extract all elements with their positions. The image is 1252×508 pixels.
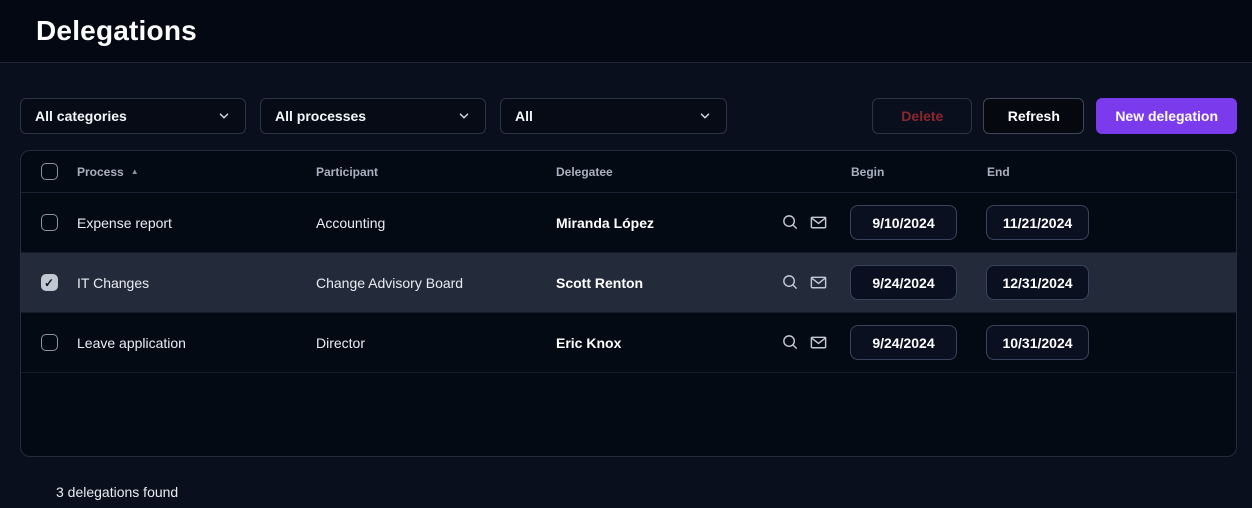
column-header-process[interactable]: Process ▲: [77, 165, 316, 179]
participant-cell: Accounting: [316, 215, 556, 231]
table-row[interactable]: Expense report Accounting Miranda López: [21, 193, 1236, 253]
delete-button[interactable]: Delete: [872, 98, 972, 134]
chevron-down-icon: [698, 109, 712, 123]
column-header-participant[interactable]: Participant: [316, 165, 556, 179]
delegatee-cell: Scott Renton: [556, 275, 781, 291]
scope-filter-value: All: [515, 108, 533, 124]
category-filter-dropdown[interactable]: All categories: [20, 98, 246, 134]
scope-filter-dropdown[interactable]: All: [500, 98, 727, 134]
begin-date-input[interactable]: [850, 205, 957, 240]
row-checkbox[interactable]: [41, 334, 58, 351]
table-header-row: Process ▲ Participant Delegatee Begin En…: [21, 151, 1236, 193]
mail-icon[interactable]: [809, 333, 828, 352]
process-filter-dropdown[interactable]: All processes: [260, 98, 486, 134]
main-content: All categories All processes All Delete …: [0, 98, 1252, 500]
search-icon[interactable]: [781, 333, 800, 352]
chevron-down-icon: [457, 109, 471, 123]
row-checkbox[interactable]: [41, 214, 58, 231]
column-header-end[interactable]: End: [979, 165, 1236, 179]
mail-icon[interactable]: [809, 273, 828, 292]
page-title: Delegations: [36, 15, 197, 47]
process-cell: Expense report: [77, 215, 316, 231]
process-cell: IT Changes: [77, 275, 316, 291]
page-header: Delegations: [0, 0, 1252, 63]
delegatee-cell: Miranda López: [556, 215, 781, 231]
column-header-delegatee[interactable]: Delegatee: [556, 165, 781, 179]
delegatee-cell: Eric Knox: [556, 335, 781, 351]
select-all-checkbox[interactable]: [41, 163, 58, 180]
search-icon[interactable]: [781, 213, 800, 232]
table-row[interactable]: Leave application Director Eric Knox: [21, 313, 1236, 373]
filter-bar: All categories All processes All Delete …: [20, 98, 1237, 134]
end-date-input[interactable]: [986, 205, 1089, 240]
begin-date-input[interactable]: [850, 325, 957, 360]
mail-icon[interactable]: [809, 213, 828, 232]
delegations-table: Process ▲ Participant Delegatee Begin En…: [20, 150, 1237, 457]
column-header-begin[interactable]: Begin: [843, 165, 979, 179]
category-filter-value: All categories: [35, 108, 127, 124]
row-checkbox[interactable]: [41, 274, 58, 291]
table-row[interactable]: IT Changes Change Advisory Board Scott R…: [21, 253, 1236, 313]
chevron-down-icon: [217, 109, 231, 123]
process-filter-value: All processes: [275, 108, 366, 124]
result-count-label: 3 delegations found: [56, 484, 1237, 500]
table-empty-space: [21, 373, 1236, 456]
end-date-input[interactable]: [986, 265, 1089, 300]
search-icon[interactable]: [781, 273, 800, 292]
end-date-input[interactable]: [986, 325, 1089, 360]
refresh-button[interactable]: Refresh: [983, 98, 1084, 134]
participant-cell: Change Advisory Board: [316, 275, 556, 291]
new-delegation-button[interactable]: New delegation: [1096, 98, 1237, 134]
begin-date-input[interactable]: [850, 265, 957, 300]
process-cell: Leave application: [77, 335, 316, 351]
participant-cell: Director: [316, 335, 556, 351]
sort-ascending-icon: ▲: [131, 168, 139, 176]
